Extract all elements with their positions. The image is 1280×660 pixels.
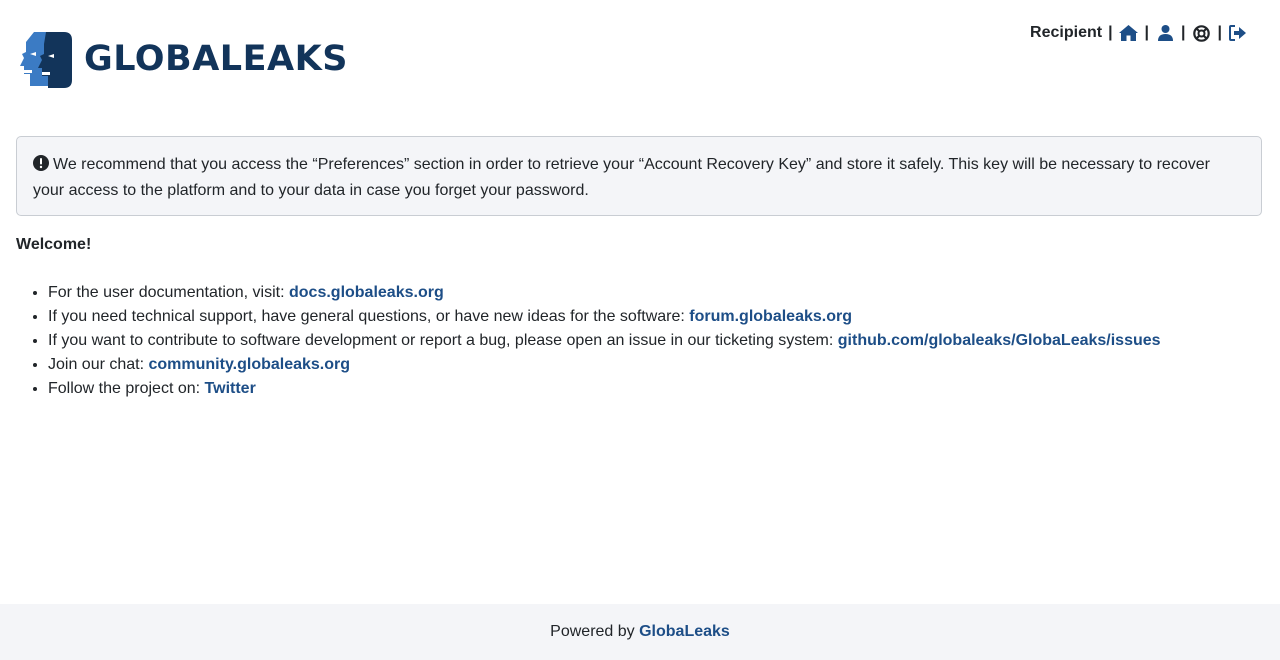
logo[interactable]: GLOBALEAKS	[16, 30, 348, 88]
nav-separator: |	[1181, 24, 1186, 41]
resource-list: For the user documentation, visit: docs.…	[16, 281, 1161, 401]
brand-name: GLOBALEAKS	[84, 38, 348, 79]
list-item: If you need technical support, have gene…	[48, 305, 1161, 329]
twitter-link[interactable]: Twitter	[205, 380, 256, 397]
list-item-text: If you want to contribute to software de…	[48, 332, 838, 349]
top-navigation: Recipient | | | |	[1030, 22, 1248, 44]
nav-separator: |	[1217, 24, 1222, 41]
list-item: Follow the project on: Twitter	[48, 377, 1161, 401]
nav-separator: |	[1108, 24, 1113, 41]
globaleaks-logo-icon	[20, 32, 72, 88]
list-item: If you want to contribute to software de…	[48, 329, 1161, 353]
footer: Powered by GlobaLeaks	[0, 604, 1280, 660]
lifebuoy-icon[interactable]	[1192, 22, 1212, 44]
user-role-label: Recipient	[1030, 24, 1103, 41]
list-item-text: For the user documentation, visit:	[48, 284, 289, 301]
list-item-text: If you need technical support, have gene…	[48, 308, 690, 325]
welcome-title: Welcome!	[16, 236, 92, 253]
github-issues-link[interactable]: github.com/globaleaks/GlobaLeaks/issues	[838, 332, 1161, 349]
forum-link[interactable]: forum.globaleaks.org	[689, 308, 852, 325]
recovery-key-alert: We recommend that you access the “Prefer…	[16, 136, 1262, 216]
list-item-text: Follow the project on:	[48, 380, 205, 397]
alert-text: We recommend that you access the “Prefer…	[33, 156, 1210, 199]
footer-prefix: Powered by	[550, 623, 640, 640]
user-icon[interactable]	[1155, 22, 1175, 44]
nav-separator: |	[1144, 24, 1150, 41]
footer-globaleaks-link[interactable]: GlobaLeaks	[639, 623, 730, 640]
docs-link[interactable]: docs.globaleaks.org	[289, 284, 444, 301]
list-item: For the user documentation, visit: docs.…	[48, 281, 1161, 305]
list-item: Join our chat: community.globaleaks.org	[48, 353, 1161, 377]
logout-icon[interactable]	[1228, 22, 1248, 44]
page: GLOBALEAKS Recipient | | | | We recommen…	[0, 0, 1280, 660]
home-icon[interactable]	[1119, 22, 1139, 44]
community-link[interactable]: community.globaleaks.org	[149, 356, 351, 373]
header: GLOBALEAKS Recipient | | | |	[0, 0, 1280, 110]
exclamation-circle-icon	[33, 155, 49, 179]
list-item-text: Join our chat:	[48, 356, 149, 373]
